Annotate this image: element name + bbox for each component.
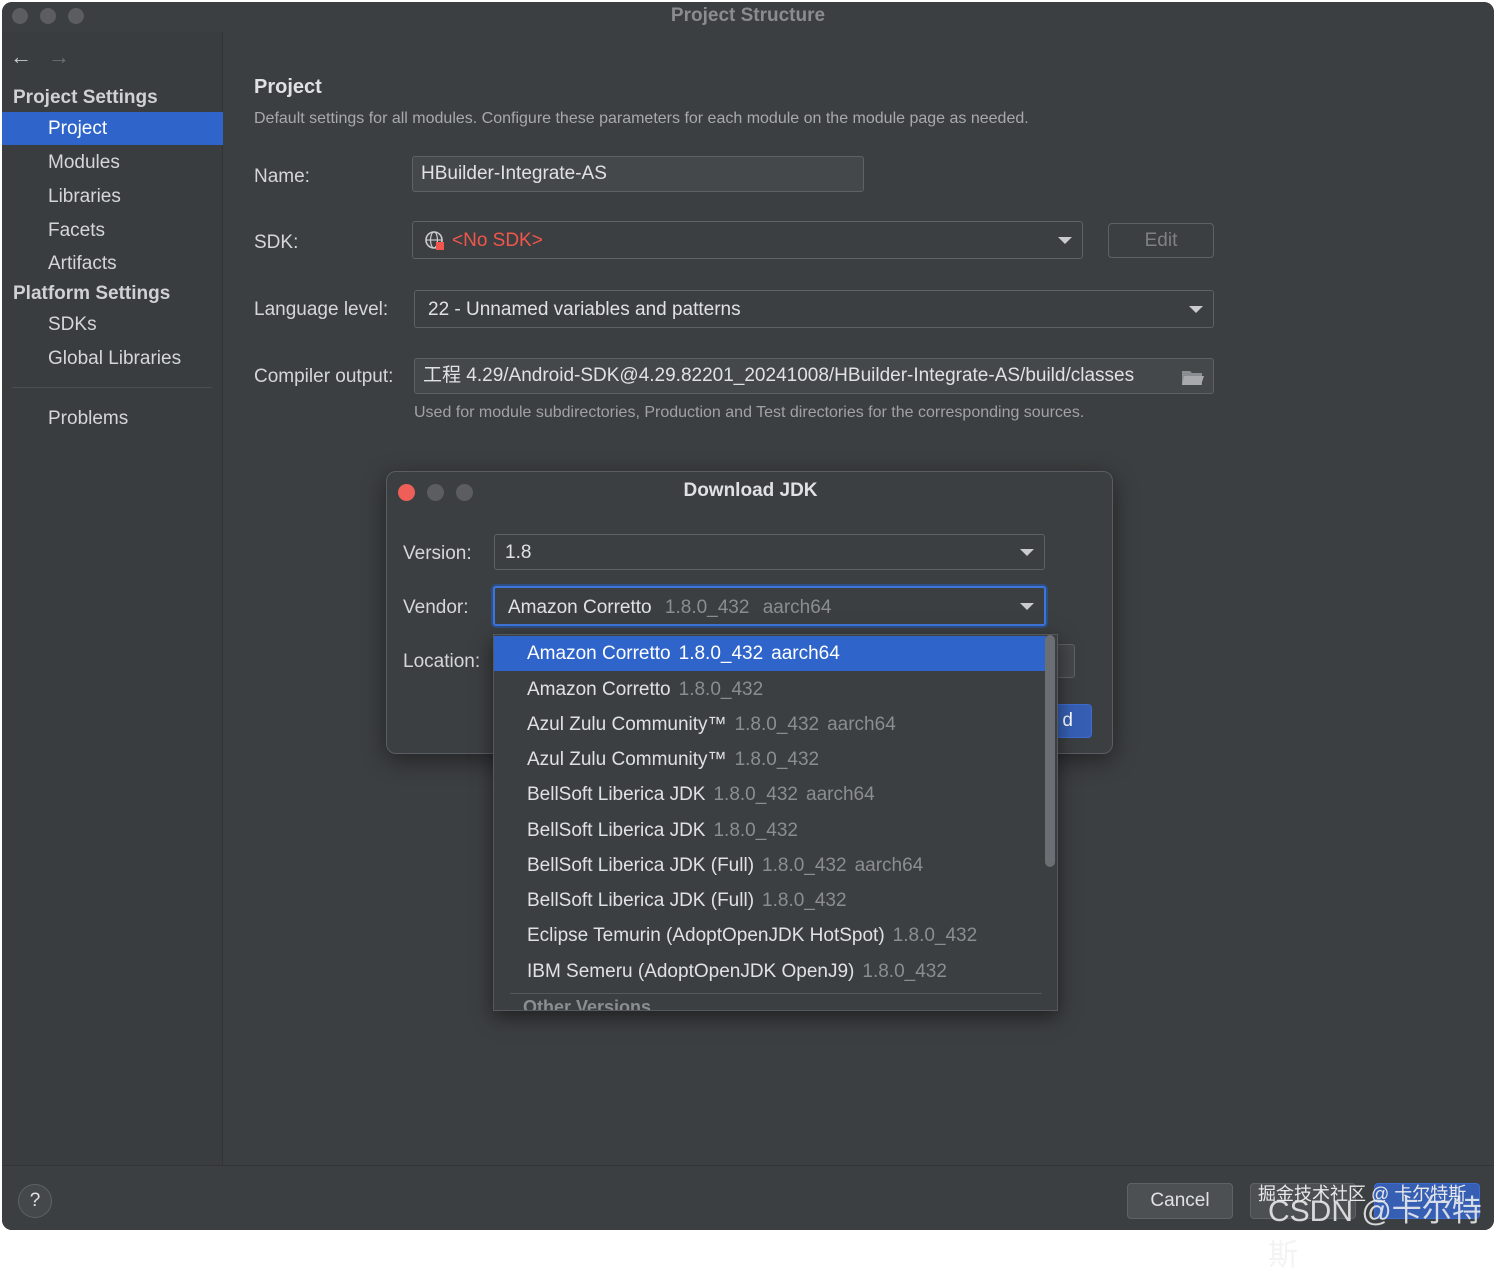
language-level-combo[interactable]: 22 - Unnamed variables and patterns bbox=[414, 290, 1214, 328]
vendor-option[interactable]: BellSoft Liberica JDK 1.8.0_432 bbox=[494, 813, 1046, 848]
forward-arrow-icon[interactable]: → bbox=[48, 44, 70, 70]
sdk-globe-icon bbox=[425, 231, 444, 250]
sdk-combo[interactable]: <No SDK> bbox=[412, 221, 1083, 259]
help-button[interactable]: ? bbox=[18, 1184, 52, 1218]
dropdown-scrollbar[interactable] bbox=[1045, 635, 1055, 867]
vendor-option[interactable]: Azul Zulu Community™ 1.8.0_432 bbox=[494, 742, 1046, 777]
name-input[interactable]: HBuilder-Integrate-AS bbox=[412, 156, 864, 192]
compiler-output-input[interactable]: 工程 4.29/Android-SDK@4.29.82201_20241008/… bbox=[414, 358, 1214, 394]
sidebar-item-libraries[interactable]: Libraries bbox=[2, 180, 223, 213]
sidebar-item-modules[interactable]: Modules bbox=[2, 146, 223, 179]
vendor-name: Amazon Corretto bbox=[508, 597, 652, 618]
window-title: Project Structure bbox=[670, 5, 826, 26]
sidebar-item-global-libraries[interactable]: Global Libraries bbox=[2, 342, 223, 375]
vendor-arch: aarch64 bbox=[762, 597, 832, 618]
sidebar: ← → Project Settings Project Modules Lib… bbox=[2, 32, 223, 1165]
vendor-option[interactable]: BellSoft Liberica JDK (Full) 1.8.0_432 bbox=[494, 883, 1046, 918]
version-label: Version: bbox=[403, 543, 472, 564]
language-level-label: Language level: bbox=[254, 299, 389, 320]
vendor-combo[interactable]: Amazon Corretto 1.8.0_432 aarch64 bbox=[493, 586, 1046, 626]
project-settings-header: Project Settings bbox=[13, 87, 158, 108]
sdk-label: SDK: bbox=[254, 232, 299, 253]
sidebar-divider bbox=[12, 387, 212, 388]
sdk-value: <No SDK> bbox=[452, 230, 543, 251]
compiler-output-label: Compiler output: bbox=[254, 366, 394, 387]
page-title: Project bbox=[254, 76, 322, 98]
vendor-option[interactable]: Amazon Corretto 1.8.0_432 aarch64 bbox=[494, 636, 1046, 671]
other-versions-header: Other Versions bbox=[523, 997, 652, 1011]
vendor-option[interactable]: Amazon Corretto 1.8.0_432 bbox=[494, 672, 1046, 707]
sdk-edit-button[interactable]: Edit bbox=[1108, 223, 1214, 258]
back-arrow-icon[interactable]: ← bbox=[10, 44, 32, 70]
vendor-label: Vendor: bbox=[403, 597, 469, 618]
vendor-version: 1.8.0_432 bbox=[664, 597, 750, 618]
language-chevron-down-icon bbox=[1189, 306, 1203, 313]
sidebar-item-facets[interactable]: Facets bbox=[2, 214, 223, 247]
compiler-output-hint: Used for module subdirectories, Producti… bbox=[414, 404, 1085, 421]
compiler-output-value: 工程 4.29/Android-SDK@4.29.82201_20241008/… bbox=[423, 365, 1135, 386]
version-value: 1.8 bbox=[505, 542, 532, 563]
vendor-chevron-down-icon bbox=[1020, 603, 1034, 610]
cancel-button[interactable]: Cancel bbox=[1127, 1183, 1233, 1219]
title-bar: Project Structure bbox=[2, 2, 1494, 32]
location-label: Location: bbox=[403, 651, 481, 672]
dropdown-divider bbox=[510, 993, 1042, 994]
folder-icon[interactable] bbox=[1181, 367, 1205, 387]
sidebar-item-project[interactable]: Project bbox=[2, 112, 223, 145]
vendor-option[interactable]: BellSoft Liberica JDK 1.8.0_432 aarch64 bbox=[494, 777, 1046, 812]
page-description: Default settings for all modules. Config… bbox=[254, 110, 1029, 127]
version-chevron-down-icon bbox=[1020, 549, 1034, 556]
vendor-selected: Amazon Corretto 1.8.0_432 aarch64 bbox=[508, 597, 831, 619]
vendor-option[interactable]: IBM Semeru (AdoptOpenJDK OpenJ9) 1.8.0_43… bbox=[494, 954, 1046, 989]
vendor-option[interactable]: BellSoft Liberica JDK (Full) 1.8.0_432 aar… bbox=[494, 848, 1046, 883]
sidebar-item-sdks[interactable]: SDKs bbox=[2, 308, 223, 341]
vendor-dropdown-list: Amazon Corretto 1.8.0_432 aarch64 Amazon C… bbox=[493, 634, 1058, 1011]
sdk-chevron-down-icon bbox=[1058, 237, 1072, 244]
version-combo[interactable]: 1.8 bbox=[494, 534, 1045, 570]
language-level-value: 22 - Unnamed variables and patterns bbox=[428, 299, 741, 320]
sidebar-item-artifacts[interactable]: Artifacts bbox=[2, 247, 223, 280]
vendor-option[interactable]: Eclipse Temurin (AdoptOpenJDK HotSpot) 1.… bbox=[494, 918, 1046, 953]
dialog-title: Download JDK bbox=[683, 480, 818, 501]
watermark-large: CSDN @卡尔特斯 bbox=[1268, 1195, 1482, 1272]
sidebar-item-problems[interactable]: Problems bbox=[2, 402, 223, 435]
name-label: Name: bbox=[254, 166, 310, 187]
platform-settings-header: Platform Settings bbox=[13, 283, 171, 304]
vendor-option[interactable]: Azul Zulu Community™ 1.8.0_432 aarch64 bbox=[494, 707, 1046, 742]
